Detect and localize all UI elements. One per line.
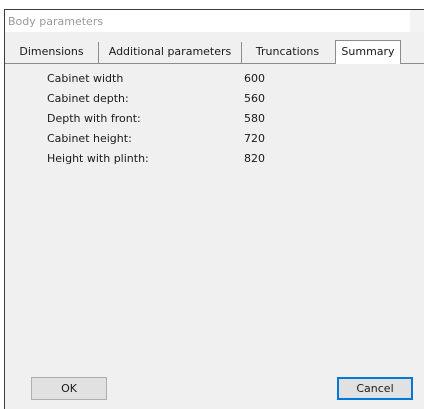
window-title: Body parameters	[8, 15, 104, 28]
summary-label: Cabinet height:	[47, 132, 132, 145]
tab-truncations[interactable]: Truncations	[242, 42, 333, 64]
tab-strip: Dimensions Additional parameters Truncat…	[5, 40, 424, 64]
body-parameters-dialog: Body parameters Dimensions Additional pa…	[4, 9, 424, 409]
summary-row-cabinet-depth: Cabinet depth: 560	[5, 92, 424, 108]
summary-row-height-with-plinth: Height with plinth: 820	[5, 152, 424, 168]
summary-value: 600	[244, 72, 265, 85]
summary-value: 560	[244, 92, 265, 105]
ok-button[interactable]: OK	[31, 377, 107, 400]
title-bar: Body parameters	[5, 10, 424, 32]
tab-underline-right	[401, 63, 424, 64]
summary-value: 580	[244, 112, 265, 125]
tab-summary[interactable]: Summary	[335, 40, 401, 64]
summary-label: Height with plinth:	[47, 152, 149, 165]
summary-value: 820	[244, 152, 265, 165]
summary-label: Cabinet width	[47, 72, 124, 85]
summary-row-cabinet-width: Cabinet width 600	[5, 72, 424, 88]
tab-dimensions[interactable]: Dimensions	[5, 42, 99, 64]
tab-additional-parameters[interactable]: Additional parameters	[99, 42, 242, 64]
summary-row-cabinet-height: Cabinet height: 720	[5, 132, 424, 148]
summary-label: Cabinet depth:	[47, 92, 129, 105]
cancel-button[interactable]: Cancel	[337, 377, 413, 400]
summary-row-depth-with-front: Depth with front: 580	[5, 112, 424, 128]
tab-underline	[5, 63, 335, 64]
title-bar-corner	[410, 10, 424, 32]
summary-label: Depth with front:	[47, 112, 141, 125]
summary-value: 720	[244, 132, 265, 145]
